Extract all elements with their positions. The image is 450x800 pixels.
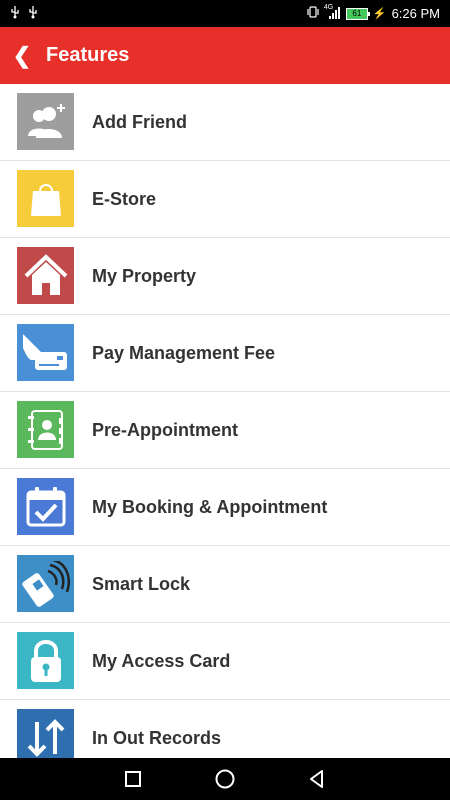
list-item-pay-management-fee[interactable]: Pay Management Fee: [0, 315, 450, 392]
list-item-pre-appointment[interactable]: Pre-Appointment: [0, 392, 450, 469]
nfc-phone-icon: [17, 555, 74, 612]
signal-icon: 4G: [323, 3, 341, 22]
list-item-my-property[interactable]: My Property: [0, 238, 450, 315]
list-item-smart-lock[interactable]: Smart Lock: [0, 546, 450, 623]
calendar-check-icon: [17, 478, 74, 535]
list-item-label: E-Store: [92, 188, 157, 209]
list-item-label: Pay Management Fee: [92, 342, 276, 363]
list-item-in-out-records[interactable]: In Out Records: [0, 700, 450, 758]
vibrate-icon: [306, 5, 320, 22]
status-right: 4G 61 ⚡ 6:26 PM: [306, 3, 440, 22]
in-out-arrows-icon: [17, 709, 74, 758]
list-item-label: My Access Card: [92, 650, 231, 671]
status-left: [10, 5, 38, 22]
back-triangle-icon[interactable]: [271, 758, 363, 800]
list-item-label: Smart Lock: [92, 573, 191, 594]
list-item-e-store[interactable]: E-Store: [0, 161, 450, 238]
charging-icon: ⚡: [372, 8, 387, 20]
list-item-my-booking-appointment[interactable]: My Booking & Appointment: [0, 469, 450, 546]
add-friend-icon: [17, 93, 74, 150]
clock: 6:26 PM: [391, 6, 440, 21]
shopping-bag-icon: [17, 170, 74, 227]
list-item-label: Pre-Appointment: [92, 419, 238, 440]
app-bar: ❮ Features: [0, 27, 450, 84]
battery-icon: 61: [345, 7, 370, 20]
card-payment-icon: [17, 324, 74, 381]
usb-icon: [28, 5, 38, 22]
recents-square-icon[interactable]: [87, 758, 179, 800]
list-item-add-friend[interactable]: Add Friend: [0, 84, 450, 161]
status-bar: 4G 61 ⚡ 6:26 PM: [0, 0, 450, 27]
network-type: 4G: [323, 3, 334, 11]
page-title: Features: [46, 44, 130, 66]
usb-icon: [10, 5, 20, 22]
battery-level: 61: [352, 8, 362, 18]
system-nav-bar: [0, 758, 450, 800]
feature-list: Add Friend E-Store My Property Pay Manag…: [0, 84, 450, 758]
padlock-icon: [17, 632, 74, 689]
back-button[interactable]: ❮: [4, 43, 40, 69]
house-icon: [17, 247, 74, 304]
list-item-label: My Booking & Appointment: [92, 496, 328, 517]
list-item-label: My Property: [92, 265, 197, 286]
list-item-label: Add Friend: [92, 111, 187, 132]
list-item-my-access-card[interactable]: My Access Card: [0, 623, 450, 700]
address-book-icon: [17, 401, 74, 458]
list-item-label: In Out Records: [92, 727, 222, 748]
home-circle-icon[interactable]: [179, 758, 271, 800]
